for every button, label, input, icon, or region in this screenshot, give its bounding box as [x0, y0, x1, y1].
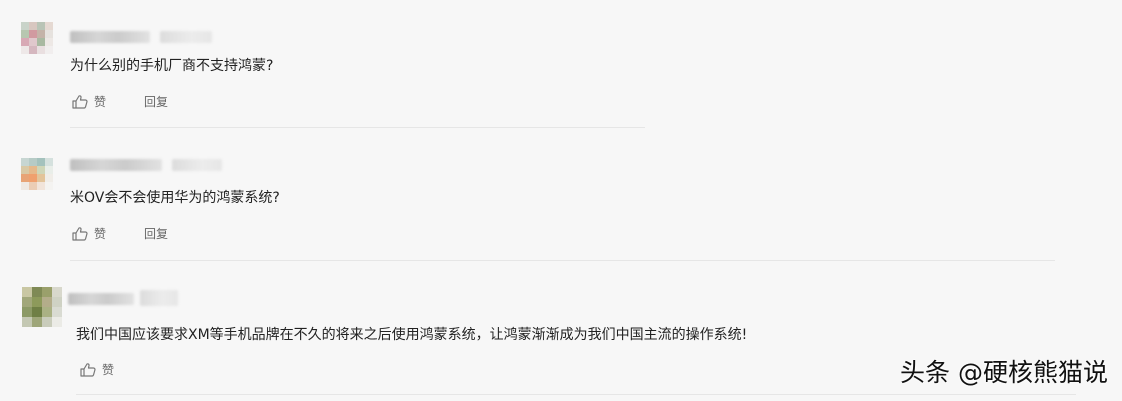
reply-button[interactable]: 回复: [144, 93, 168, 110]
timestamp: [172, 159, 222, 171]
comment-actions: 赞: [80, 361, 152, 378]
divider: [70, 260, 1055, 261]
thumbs-up-icon: [72, 226, 88, 241]
divider: [70, 127, 645, 128]
like-button[interactable]: 赞: [72, 93, 106, 110]
comment-actions: 赞 回复: [72, 93, 206, 110]
avatar[interactable]: [21, 158, 53, 190]
watermark: 头条 @硬核熊猫说: [900, 358, 1108, 387]
reply-label: 回复: [144, 95, 169, 109]
avatar[interactable]: [21, 22, 53, 54]
like-label: 赞: [102, 363, 115, 377]
timestamp: [160, 31, 212, 43]
reply-button[interactable]: 回复: [144, 225, 168, 242]
timestamp: [140, 290, 178, 306]
like-label: 赞: [94, 95, 107, 109]
comment-actions: 赞 回复: [72, 225, 206, 242]
comment-text: 米OV会不会使用华为的鸿蒙系统?: [70, 190, 280, 206]
divider: [76, 394, 1076, 395]
avatar[interactable]: [22, 287, 62, 327]
like-button[interactable]: 赞: [72, 225, 106, 242]
like-button[interactable]: 赞: [80, 361, 114, 378]
thumbs-up-icon: [80, 362, 96, 377]
comment-text: 为什么别的手机厂商不支持鸿蒙?: [70, 58, 274, 74]
like-label: 赞: [94, 227, 107, 241]
username[interactable]: [68, 293, 134, 305]
comment-text: 我们中国应该要求XM等手机品牌在不久的将来之后使用鸿蒙系统，让鸿蒙渐渐成为我们中…: [76, 327, 748, 343]
thumbs-up-icon: [72, 94, 88, 109]
reply-label: 回复: [144, 227, 169, 241]
username[interactable]: [70, 31, 150, 43]
username[interactable]: [70, 159, 162, 171]
